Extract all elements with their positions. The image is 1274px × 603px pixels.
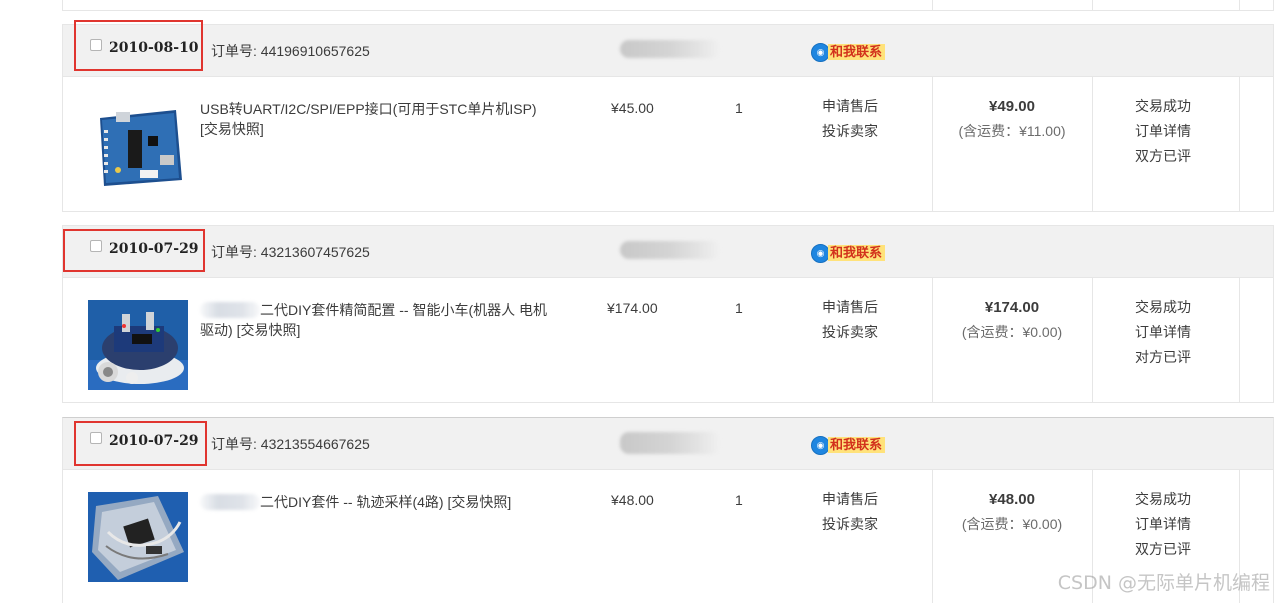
quantity: 1 (735, 492, 743, 508)
quantity: 1 (735, 100, 743, 116)
total-amount: ¥48.00 (989, 491, 1035, 508)
order-status: 交易成功 订单详情 双方已评 (1135, 487, 1191, 562)
order-total: ¥48.00 (含运费：¥0.00) (932, 489, 1092, 537)
item-title[interactable]: 二代DIY套件 -- 轨迹采样(4路) (260, 494, 444, 510)
item-title-link[interactable]: 二代DIY套件 -- 轨迹采样(4路) [交易快照] (200, 492, 580, 512)
contact-seller-label: 和我联系 (828, 44, 886, 60)
seller-name-blurred (620, 241, 720, 259)
column-divider (1092, 77, 1093, 211)
item-title-link[interactable]: 二代DIY套件精简配置 -- 智能小车(机器人 电机 驱动) [交易快照] (200, 300, 580, 340)
order-header: 2010-07-29 订单号: 43213607457625 ◉ 和我联系 (63, 226, 1273, 278)
shipping-fee: (含运费：¥0.00) (961, 324, 1063, 340)
order-status: 交易成功 订单详情 双方已评 (1135, 94, 1191, 169)
item-title-link[interactable]: USB转UART/I2C/SPI/EPP接口(可用于STC单片机ISP) [交易… (200, 99, 570, 139)
snapshot-link[interactable]: [交易快照] (200, 121, 264, 137)
shipping-fee: (含运费：¥11.00) (958, 123, 1066, 139)
shipping-fee: (含运费：¥0.00) (961, 516, 1063, 532)
brand-name-blurred (200, 494, 260, 510)
review-status-link[interactable]: 双方已评 (1135, 144, 1191, 169)
snapshot-link[interactable]: [交易快照] (447, 494, 511, 510)
order-number: 订单号: 43213554667625 (211, 436, 370, 452)
column-divider (932, 0, 933, 10)
after-sale-actions: 申请售后 投诉卖家 (822, 94, 878, 144)
complain-seller-link[interactable]: 投诉卖家 (822, 320, 878, 345)
order-number: 订单号: 44196910657625 (211, 43, 370, 59)
order-header: 2010-07-29 订单号: 43213554667625 ◉ 和我联系 (63, 418, 1273, 470)
order-details-link[interactable]: 订单详情 (1135, 320, 1191, 345)
watermark: CSDN @无际单片机编程 (1057, 572, 1270, 594)
review-status-link[interactable]: 双方已评 (1135, 537, 1191, 562)
seller-name-blurred (620, 40, 720, 58)
usb-board-image[interactable] (88, 100, 188, 190)
contact-seller-label: 和我联系 (828, 245, 886, 261)
unit-price: ¥174.00 (607, 300, 658, 316)
after-sale-actions: 申请售后 投诉卖家 (822, 295, 878, 345)
trade-status: 交易成功 (1135, 491, 1191, 507)
column-divider (1239, 0, 1240, 10)
order-date: 2010-07-29 (109, 433, 199, 449)
contact-seller-button[interactable]: ◉ 和我联系 (811, 435, 886, 455)
order-date: 2010-07-29 (109, 241, 199, 257)
sensor-kit-image[interactable] (88, 492, 188, 582)
order-details-link[interactable]: 订单详情 (1135, 119, 1191, 144)
apply-after-sale-link[interactable]: 申请售后 (822, 295, 878, 320)
previous-order-bottom (62, 0, 1274, 11)
complain-seller-link[interactable]: 投诉卖家 (822, 512, 878, 537)
order-total: ¥174.00 (含运费：¥0.00) (932, 297, 1092, 345)
column-divider (1092, 278, 1093, 402)
unit-price: ¥48.00 (611, 492, 654, 508)
column-divider (1239, 77, 1240, 211)
order-select-checkbox[interactable] (90, 432, 102, 444)
order-status: 交易成功 订单详情 对方已评 (1135, 295, 1191, 370)
item-title[interactable]: USB转UART/I2C/SPI/EPP接口(可用于STC单片机ISP) (200, 101, 537, 117)
unit-price: ¥45.00 (611, 100, 654, 116)
complain-seller-link[interactable]: 投诉卖家 (822, 119, 878, 144)
order-body: USB转UART/I2C/SPI/EPP接口(可用于STC单片机ISP) [交易… (63, 77, 1273, 211)
quantity: 1 (735, 300, 743, 316)
total-amount: ¥174.00 (984, 299, 1040, 316)
order-card: 2010-07-29 订单号: 43213607457625 ◉ 和我联系 二代… (62, 225, 1274, 403)
order-date: 2010-08-10 (109, 40, 199, 56)
column-divider (1239, 278, 1240, 402)
seller-name-blurred (620, 432, 720, 454)
order-details-link[interactable]: 订单详情 (1135, 512, 1191, 537)
contact-seller-label: 和我联系 (828, 437, 886, 453)
trade-status: 交易成功 (1135, 98, 1191, 114)
order-select-checkbox[interactable] (90, 240, 102, 252)
after-sale-actions: 申请售后 投诉卖家 (822, 487, 878, 537)
order-body: 二代DIY套件精简配置 -- 智能小车(机器人 电机 驱动) [交易快照] ¥1… (63, 278, 1273, 402)
order-card: 2010-08-10 订单号: 44196910657625 ◉ 和我联系 US… (62, 20, 1274, 212)
contact-seller-button[interactable]: ◉ 和我联系 (811, 243, 886, 263)
order-number: 订单号: 43213607457625 (211, 244, 370, 260)
order-total: ¥49.00 (含运费：¥11.00) (932, 96, 1092, 144)
apply-after-sale-link[interactable]: 申请售后 (822, 94, 878, 119)
total-amount: ¥49.00 (989, 98, 1035, 115)
snapshot-link[interactable]: [交易快照] (237, 322, 301, 338)
order-select-checkbox[interactable] (90, 39, 102, 51)
brand-name-blurred (200, 302, 260, 318)
trade-status: 交易成功 (1135, 299, 1191, 315)
review-status-link[interactable]: 对方已评 (1135, 345, 1191, 370)
contact-seller-button[interactable]: ◉ 和我联系 (811, 42, 886, 62)
item-title-continued[interactable]: 驱动) (200, 322, 233, 338)
order-header: 2010-08-10 订单号: 44196910657625 ◉ 和我联系 (63, 20, 1273, 77)
item-title[interactable]: 二代DIY套件精简配置 -- 智能小车(机器人 电机 (260, 302, 547, 318)
column-divider (1092, 0, 1093, 10)
apply-after-sale-link[interactable]: 申请售后 (822, 487, 878, 512)
robot-car-image[interactable] (88, 300, 188, 390)
